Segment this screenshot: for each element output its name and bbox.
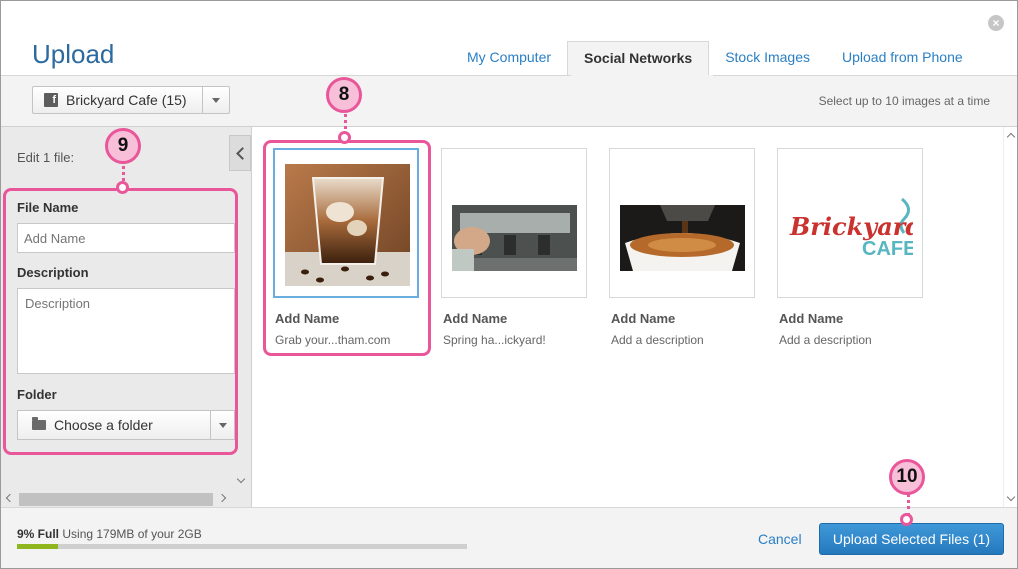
select-hint: Select up to 10 images at a time [818,94,990,108]
caret-down-icon [218,422,227,428]
image-description[interactable]: Add a description [779,333,872,347]
scroll-up-icon[interactable] [1006,132,1016,142]
scrollbar-thumb[interactable] [19,493,213,506]
folder-value: Choose a folder [54,417,153,433]
logo-text: Brickyard [789,212,913,241]
description-label: Description [17,265,89,280]
footer: 9% Full Using 179MB of your 2GB Cancel U… [1,507,1017,568]
image-name[interactable]: Add Name [611,311,675,326]
tab-upload-from-phone[interactable]: Upload from Phone [826,41,979,76]
image-description[interactable]: Grab your...tham.com [275,333,390,347]
callout-badge-8: 8 [326,77,362,113]
storage-detail: Using 179MB of your 2GB [62,527,202,541]
edit-panel-horizontal-scrollbar[interactable] [1,489,233,506]
folder-label: Folder [17,387,57,402]
tab-social-networks[interactable]: Social Networks [567,41,710,77]
edit-heading: Edit 1 file: [17,150,75,165]
edit-form: File Name Description Folder Choose a fo… [5,185,235,495]
folder-select[interactable]: Choose a folder [17,410,235,440]
file-name-input[interactable] [17,223,235,253]
chevron-left-icon [235,146,249,160]
account-label: Brickyard Cafe (15) [66,92,187,108]
scroll-down-icon[interactable] [236,474,246,484]
iced-coffee-thumbnail [285,164,410,286]
upload-dialog: × Upload My Computer Social Networks Sto… [0,0,1018,569]
file-name-label: File Name [17,200,79,215]
image-description[interactable]: Spring ha...ickyard! [443,333,546,347]
image-description[interactable]: Add a description [611,333,704,347]
caret-down-icon [212,97,220,103]
image-card-iced-coffee[interactable] [273,148,419,298]
image-name[interactable]: Add Name [779,311,843,326]
image-card-logo[interactable]: Brickyard CAFE [777,148,923,298]
image-grid-vertical-scrollbar[interactable] [1003,127,1017,507]
logo-subtext: CAFE [862,238,913,260]
dialog-title: Upload [32,39,115,69]
folder-dropdown-toggle[interactable] [210,411,234,439]
callout-badge-10: 10 [889,459,925,495]
callout-anchor [338,131,351,144]
storage-percent: 9% Full [17,527,60,541]
image-card-espresso-machine[interactable] [441,148,587,298]
storage-bar-fill [17,544,58,549]
collapse-panel-button[interactable] [229,135,251,171]
image-name[interactable]: Add Name [443,311,507,326]
dropdown-toggle[interactable] [202,87,229,113]
scroll-down-icon[interactable] [1006,492,1016,502]
toolbar: f Brickyard Cafe (15) Select up to 10 im… [1,76,1017,127]
storage-usage: 9% Full Using 179MB of your 2GB [17,527,202,541]
espresso-machine-thumbnail [452,163,577,285]
cancel-button[interactable]: Cancel [758,531,802,547]
edit-panel-vertical-scrollbar[interactable] [233,173,250,491]
folder-icon [32,417,46,430]
scroll-right-icon[interactable] [217,493,227,503]
description-input[interactable] [17,288,235,374]
tab-stock-images[interactable]: Stock Images [709,41,826,76]
image-card-coffee-cup[interactable] [609,148,755,298]
upload-selected-files-button[interactable]: Upload Selected Files (1) [819,523,1004,555]
callout-anchor [900,513,913,526]
tab-my-computer[interactable]: My Computer [451,41,567,76]
coffee-cup-thumbnail [620,163,745,285]
image-name[interactable]: Add Name [275,311,339,326]
brickyard-logo-thumbnail: Brickyard CAFE [788,163,913,285]
account-select[interactable]: f Brickyard Cafe (15) [32,86,230,114]
callout-badge-9: 9 [105,128,141,164]
source-tabs: My Computer Social Networks Stock Images… [451,41,979,77]
close-icon[interactable]: × [988,15,1004,31]
storage-bar [17,544,467,549]
facebook-icon: f [44,93,58,107]
image-grid: Add Name Grab your...tham.com Add Name S… [253,127,1003,507]
callout-anchor [116,181,129,194]
scroll-left-icon[interactable] [5,493,15,503]
